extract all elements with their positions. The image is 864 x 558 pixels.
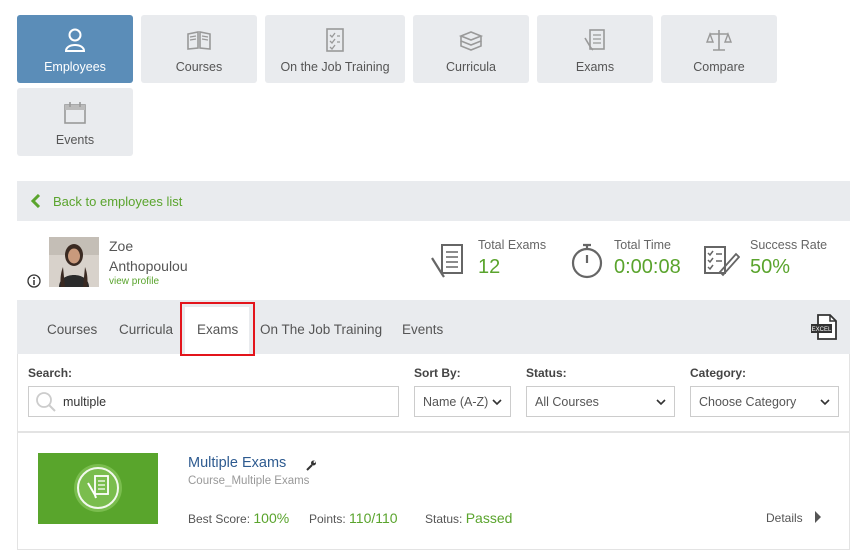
category-label: Category:: [690, 366, 747, 380]
tab-courses[interactable]: Courses: [47, 322, 97, 337]
points: Points: 110/110: [309, 510, 398, 526]
status: Status: Passed: [425, 510, 512, 526]
best-score: Best Score: 100%: [188, 510, 289, 526]
result-title[interactable]: Multiple Exams: [188, 455, 286, 471]
result-subtitle: Course_Multiple Exams: [188, 475, 310, 487]
last-name: Anthopoulou: [109, 258, 188, 274]
nav-tile-exams[interactable]: Exams: [537, 15, 653, 83]
employee-name: Zoe Anthopoulou: [109, 236, 188, 276]
tab-curricula[interactable]: Curricula: [119, 322, 173, 337]
chevron-down-icon: [820, 399, 830, 406]
nav-tile-events[interactable]: Events: [17, 88, 133, 156]
highlight-box: [180, 302, 255, 356]
calendar-icon: [60, 98, 90, 128]
nav-tile-ojt[interactable]: On the Job Training: [265, 15, 405, 83]
chevron-left-icon: [30, 194, 41, 208]
search-field[interactable]: [28, 386, 399, 417]
caret-right-icon[interactable]: [814, 511, 822, 523]
nav-tile-courses[interactable]: Courses: [141, 15, 257, 83]
stat-total-exams: Total Exams 12: [478, 238, 546, 279]
wrench-icon[interactable]: [305, 459, 317, 471]
status-value: All Courses: [535, 394, 599, 409]
status-label: Status:: [526, 366, 567, 380]
avatar: [49, 237, 99, 287]
nav-tile-label: Curricula: [445, 59, 496, 74]
excel-label: EXCEL: [812, 327, 832, 333]
open-book-icon: [184, 25, 214, 55]
category-select[interactable]: Choose Category: [690, 386, 839, 417]
chevron-down-icon: [656, 399, 666, 406]
category-value: Choose Category: [699, 394, 797, 409]
back-link-label: Back to employees list: [53, 193, 183, 209]
sort-label: Sort By:: [414, 366, 461, 380]
checklist-pen-icon: [704, 246, 740, 277]
stat-label: Total Exams: [478, 238, 547, 252]
back-to-list-link[interactable]: Back to employees list: [17, 181, 850, 221]
nav-tile-curricula[interactable]: Curricula: [413, 15, 529, 83]
nav-tile-label: Exams: [575, 59, 615, 74]
excel-export-icon[interactable]: EXCEL: [810, 313, 838, 341]
book-stack-icon: [456, 25, 486, 55]
nav-tile-label: Employees: [44, 59, 106, 74]
search-label: Search:: [28, 366, 73, 380]
nav-tile-label: Courses: [175, 59, 223, 74]
checklist-icon: [320, 25, 350, 55]
sort-value: Name (A-Z): [423, 394, 489, 409]
status-select[interactable]: All Courses: [526, 386, 675, 417]
nav-tile-label: Compare: [693, 59, 745, 74]
tab-events[interactable]: Events: [402, 322, 443, 337]
stat-label: Total Time: [614, 238, 671, 252]
info-icon[interactable]: [27, 274, 41, 288]
sort-select[interactable]: Name (A-Z): [414, 386, 511, 417]
nav-tile-label: On the Job Training: [280, 59, 390, 74]
view-profile-link[interactable]: view profile: [109, 276, 159, 287]
stat-total-time: Total Time 0:00:08: [614, 238, 681, 279]
best-score-label: Best Score:: [188, 512, 251, 526]
exam-icon: [431, 244, 463, 278]
stat-value: 0:00:08: [614, 256, 681, 278]
first-name: Zoe: [109, 238, 134, 254]
search-icon: [36, 391, 56, 412]
search-input[interactable]: [63, 394, 383, 409]
stat-value: 50%: [750, 256, 791, 278]
stat-success-rate: Success Rate 50%: [750, 238, 827, 279]
points-label: Points:: [309, 512, 346, 526]
exam-icon: [580, 25, 610, 55]
tab-on-the-job-training[interactable]: On The Job Training: [260, 322, 382, 337]
nav-tile-compare[interactable]: Compare: [661, 15, 777, 83]
nav-tile-employees[interactable]: Employees: [17, 15, 133, 83]
best-score-value: 100%: [253, 510, 290, 526]
stat-label: Success Rate: [750, 238, 828, 252]
chevron-down-icon: [492, 399, 502, 406]
points-value: 110/110: [349, 510, 398, 526]
status-label-text: Status:: [425, 512, 463, 526]
details-link[interactable]: Details: [766, 511, 803, 525]
stopwatch-icon: [571, 243, 603, 279]
scales-icon: [704, 25, 734, 55]
stat-value: 12: [478, 256, 501, 278]
user-icon: [60, 25, 90, 55]
status-value-text: Passed: [465, 510, 513, 526]
nav-tile-label: Events: [55, 132, 95, 147]
exam-thumbnail[interactable]: [38, 453, 158, 524]
